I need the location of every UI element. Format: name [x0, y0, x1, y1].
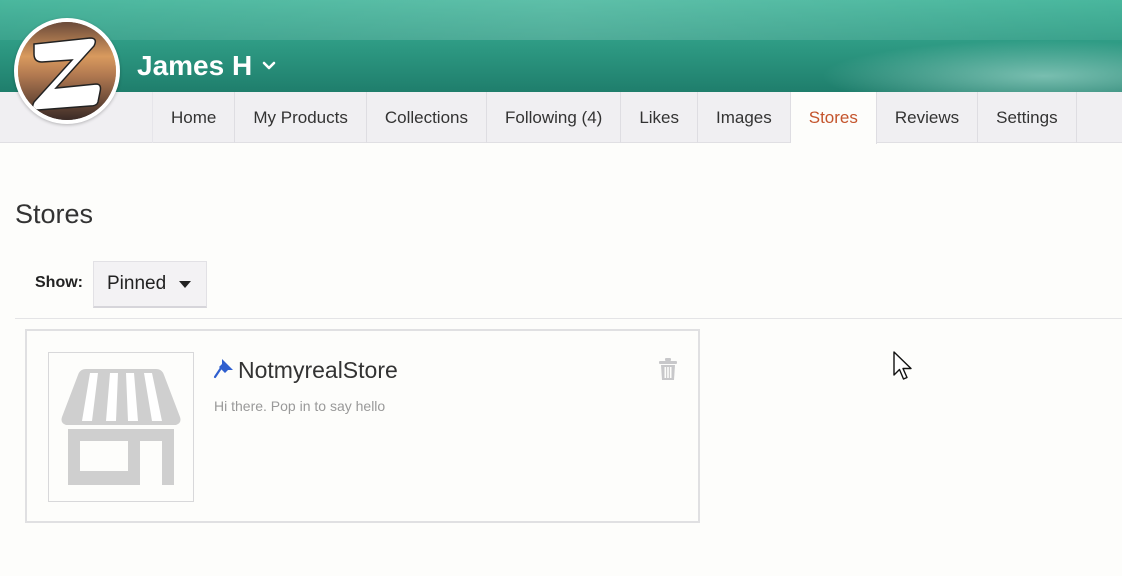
page-title: Stores — [15, 199, 94, 229]
avatar[interactable] — [14, 18, 120, 124]
chevron-down-icon — [262, 61, 276, 70]
mouse-cursor-icon — [893, 351, 912, 380]
pin-icon[interactable] — [213, 357, 235, 379]
avatar-image — [18, 22, 116, 120]
tab-reviews[interactable]: Reviews — [877, 92, 979, 143]
avatar-icon — [18, 22, 116, 120]
banner-glow — [820, 40, 1122, 92]
show-filter-dropdown[interactable]: Pinned — [93, 261, 207, 308]
store-card: NotmyrealStore Hi there. Pop in to say h… — [25, 329, 700, 523]
show-filter-value: Pinned — [107, 273, 167, 294]
tab-following[interactable]: Following (4) — [487, 92, 622, 143]
banner-highlight — [0, 0, 1122, 40]
user-menu-button[interactable]: James H — [137, 48, 276, 84]
tab-collections[interactable]: Collections — [367, 92, 487, 143]
tab-list: Home My Products Collections Following (… — [152, 92, 1077, 144]
show-filter-label: Show: — [35, 274, 83, 291]
profile-nav: Home My Products Collections Following (… — [0, 92, 1122, 144]
store-description: Hi there. Pop in to say hello — [214, 398, 386, 414]
divider — [15, 318, 1122, 319]
storefront-icon — [61, 369, 181, 485]
tab-stores[interactable]: Stores — [790, 92, 877, 144]
trash-icon[interactable] — [657, 357, 679, 381]
tab-home[interactable]: Home — [152, 92, 236, 143]
tab-my-products[interactable]: My Products — [235, 92, 367, 143]
caret-down-icon — [179, 281, 191, 288]
user-name: James H — [137, 50, 253, 81]
store-name-link[interactable]: NotmyrealStore — [238, 357, 398, 384]
tab-settings[interactable]: Settings — [978, 92, 1077, 143]
store-thumbnail[interactable] — [48, 352, 194, 502]
tab-images[interactable]: Images — [698, 92, 791, 143]
tab-likes[interactable]: Likes — [621, 92, 698, 143]
